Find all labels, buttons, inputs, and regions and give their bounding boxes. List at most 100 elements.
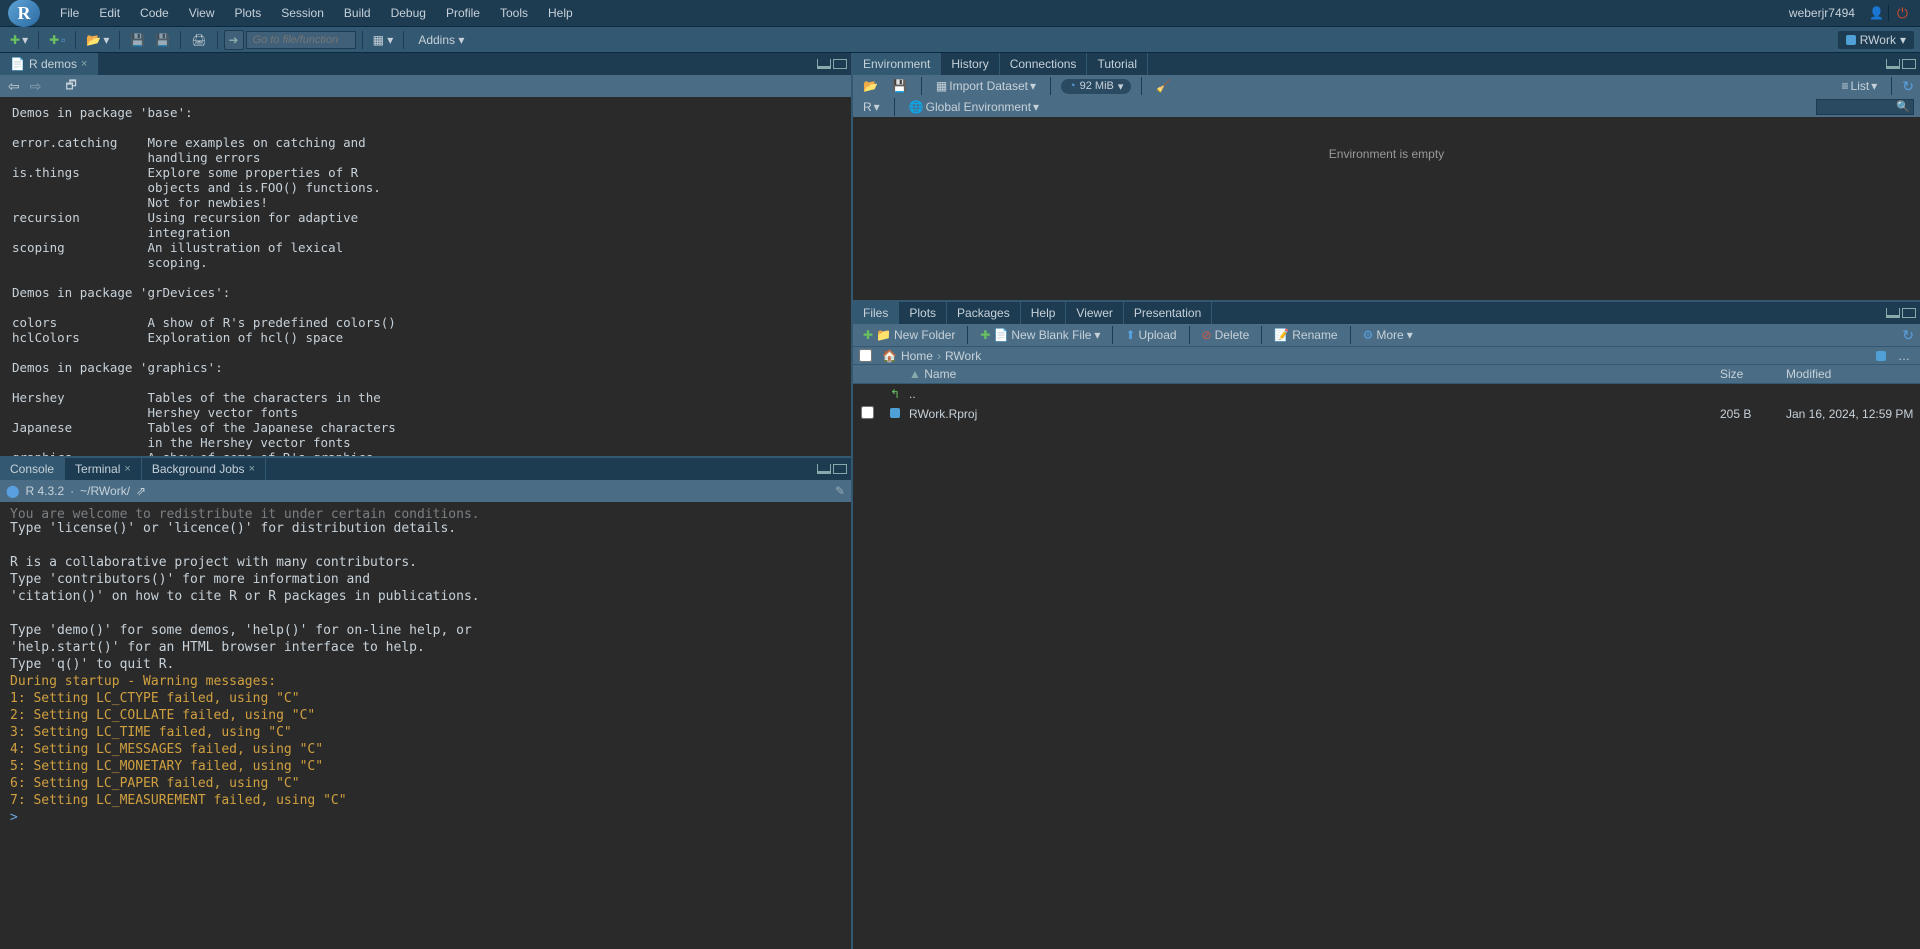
file-name[interactable]: RWork.Rproj bbox=[909, 407, 1720, 421]
delete-button[interactable]: ⊘Delete bbox=[1198, 327, 1254, 343]
workbench-grid-button[interactable]: ▦ ▾ bbox=[369, 31, 398, 49]
menu-session[interactable]: Session bbox=[271, 2, 334, 24]
env-toolbar: 📂 💾 ▦ Import Dataset ▾ ◔92 MiB ▾ 🧹 ≡ Lis… bbox=[853, 75, 1920, 97]
menu-build[interactable]: Build bbox=[334, 2, 381, 24]
close-icon[interactable]: × bbox=[249, 463, 255, 475]
file-icon: 📄 bbox=[10, 57, 25, 71]
minimize-pane-button[interactable] bbox=[817, 464, 831, 474]
col-size[interactable]: Size bbox=[1720, 367, 1786, 381]
clear-console-button[interactable]: ✎ bbox=[835, 484, 845, 498]
maximize-pane-button[interactable] bbox=[833, 59, 847, 69]
col-name[interactable]: Name bbox=[924, 367, 956, 381]
more-button[interactable]: ⚙More ▾ bbox=[1359, 327, 1417, 343]
tab-viewer[interactable]: Viewer bbox=[1066, 302, 1123, 324]
nav-back-button[interactable]: ⇦ bbox=[6, 78, 22, 95]
refresh-files-button[interactable]: ↻ bbox=[1902, 327, 1914, 344]
addins-menu[interactable]: Addins ▾ bbox=[410, 31, 472, 49]
refresh-env-button[interactable]: ↻ bbox=[1902, 78, 1914, 95]
menu-view[interactable]: View bbox=[179, 2, 225, 24]
save-workspace-button[interactable]: 💾 bbox=[888, 77, 911, 95]
open-file-button[interactable]: 📂▾ bbox=[82, 31, 113, 49]
close-icon[interactable]: × bbox=[124, 463, 130, 475]
print-button[interactable]: 🖨 bbox=[187, 31, 210, 49]
menu-code[interactable]: Code bbox=[130, 2, 179, 24]
breadcrumb-folder[interactable]: RWork bbox=[945, 349, 981, 363]
menu-edit[interactable]: Edit bbox=[89, 2, 130, 24]
path-more-button[interactable]: … bbox=[1894, 347, 1914, 365]
upload-button[interactable]: ⬆Upload bbox=[1121, 327, 1180, 343]
user-icon[interactable]: 👤 bbox=[1869, 6, 1884, 20]
menu-profile[interactable]: Profile bbox=[436, 2, 490, 24]
r-version-label: R 4.3.2 bbox=[25, 484, 64, 498]
source-tab-rdemos[interactable]: 📄 R demos × bbox=[0, 53, 98, 75]
tab-history[interactable]: History bbox=[941, 53, 999, 75]
tab-tutorial[interactable]: Tutorial bbox=[1087, 53, 1148, 75]
menu-plots[interactable]: Plots bbox=[225, 2, 272, 24]
close-tab-icon[interactable]: × bbox=[81, 58, 87, 70]
tab-terminal[interactable]: Terminal× bbox=[65, 458, 142, 480]
show-in-new-window-button[interactable]: 🗗 bbox=[61, 74, 80, 99]
source-toolbar: ⇦ ⇨ 🗗 bbox=[0, 75, 851, 97]
quit-session-button[interactable]: ⏻ bbox=[1893, 5, 1912, 22]
maximize-pane-button[interactable] bbox=[833, 464, 847, 474]
parent-dir-row[interactable]: ↰ .. bbox=[853, 384, 1920, 404]
tab-presentation[interactable]: Presentation bbox=[1124, 302, 1212, 324]
file-checkbox[interactable] bbox=[861, 406, 874, 419]
language-scope[interactable]: R ▾ bbox=[859, 98, 884, 116]
clear-objects-button[interactable]: 🧹 bbox=[1152, 77, 1175, 95]
view-mode-list[interactable]: ≡ List ▾ bbox=[1838, 77, 1882, 95]
console-prompt[interactable]: > bbox=[10, 810, 18, 825]
select-all-checkbox[interactable] bbox=[859, 349, 872, 362]
menu-help[interactable]: Help bbox=[538, 2, 583, 24]
minimize-pane-button[interactable] bbox=[1886, 308, 1900, 318]
nav-forward-button[interactable]: ⇨ bbox=[28, 78, 44, 95]
tab-background-jobs[interactable]: Background Jobs× bbox=[142, 458, 266, 480]
memory-usage[interactable]: ◔92 MiB ▾ bbox=[1061, 79, 1131, 94]
project-root-icon[interactable] bbox=[1872, 349, 1890, 363]
env-scope-global[interactable]: 🌐 Global Environment ▾ bbox=[905, 98, 1043, 116]
minimize-pane-button[interactable] bbox=[817, 59, 831, 69]
file-row[interactable]: RWork.Rproj 205 B Jan 16, 2024, 12:59 PM bbox=[853, 404, 1920, 424]
col-modified[interactable]: Modified bbox=[1786, 367, 1920, 381]
files-column-headers: ▲ Name Size Modified bbox=[853, 364, 1920, 384]
tab-files[interactable]: Files bbox=[853, 302, 899, 324]
maximize-pane-button[interactable] bbox=[1902, 308, 1916, 318]
files-tabrow: Files Plots Packages Help Viewer Present… bbox=[853, 302, 1920, 324]
tab-console[interactable]: Console bbox=[0, 458, 65, 480]
tab-connections[interactable]: Connections bbox=[1000, 53, 1088, 75]
source-editor[interactable]: Demos in package 'base': error.catching … bbox=[0, 97, 851, 456]
env-tabrow: Environment History Connections Tutorial bbox=[853, 53, 1920, 75]
files-list: ↰ .. RWork.Rproj 205 B Jan 16, 2024, 12:… bbox=[853, 384, 1920, 949]
minimize-pane-button[interactable] bbox=[1886, 59, 1900, 69]
maximize-pane-button[interactable] bbox=[1902, 59, 1916, 69]
file-modified: Jan 16, 2024, 12:59 PM bbox=[1786, 407, 1920, 421]
save-all-button[interactable]: 💾 bbox=[151, 31, 174, 49]
popout-icon[interactable]: ⇗ bbox=[136, 484, 146, 498]
import-dataset-button[interactable]: ▦ Import Dataset ▾ bbox=[932, 77, 1040, 95]
sort-asc-icon[interactable]: ▲ bbox=[909, 367, 921, 381]
new-blank-file-button[interactable]: ✚📄New Blank File ▾ bbox=[976, 327, 1104, 343]
save-button[interactable]: 💾 bbox=[126, 31, 149, 49]
breadcrumb-home[interactable]: Home bbox=[901, 349, 933, 363]
tab-help[interactable]: Help bbox=[1021, 302, 1067, 324]
menu-file[interactable]: File bbox=[50, 2, 89, 24]
tab-plots[interactable]: Plots bbox=[899, 302, 947, 324]
files-toolbar: ✚📁New Folder ✚📄New Blank File ▾ ⬆Upload … bbox=[853, 324, 1920, 346]
project-selector[interactable]: RWork ▾ bbox=[1838, 31, 1914, 49]
tab-packages[interactable]: Packages bbox=[947, 302, 1021, 324]
new-folder-button[interactable]: ✚📁New Folder bbox=[859, 327, 959, 343]
menu-debug[interactable]: Debug bbox=[381, 2, 436, 24]
goto-file-input[interactable] bbox=[246, 31, 356, 49]
menu-tools[interactable]: Tools bbox=[490, 2, 538, 24]
new-file-button[interactable]: ✚▾ bbox=[6, 31, 32, 49]
load-workspace-button[interactable]: 📂 bbox=[859, 77, 882, 95]
working-dir-label[interactable]: ~/RWork/ bbox=[80, 484, 130, 498]
rename-button[interactable]: 📝Rename bbox=[1270, 327, 1341, 343]
main-toolbar: ✚▾ ✚▫ 📂▾ 💾 💾 🖨 ➜ ▦ ▾ Addins ▾ RWork ▾ bbox=[0, 27, 1920, 53]
environment-pane: Environment History Connections Tutorial… bbox=[853, 53, 1920, 302]
console-output[interactable]: You are welcome to redistribute it under… bbox=[0, 502, 851, 949]
home-icon[interactable]: 🏠 bbox=[882, 349, 897, 363]
tab-environment[interactable]: Environment bbox=[853, 53, 941, 75]
project-icon bbox=[1846, 35, 1856, 45]
new-project-button[interactable]: ✚▫ bbox=[45, 31, 69, 49]
